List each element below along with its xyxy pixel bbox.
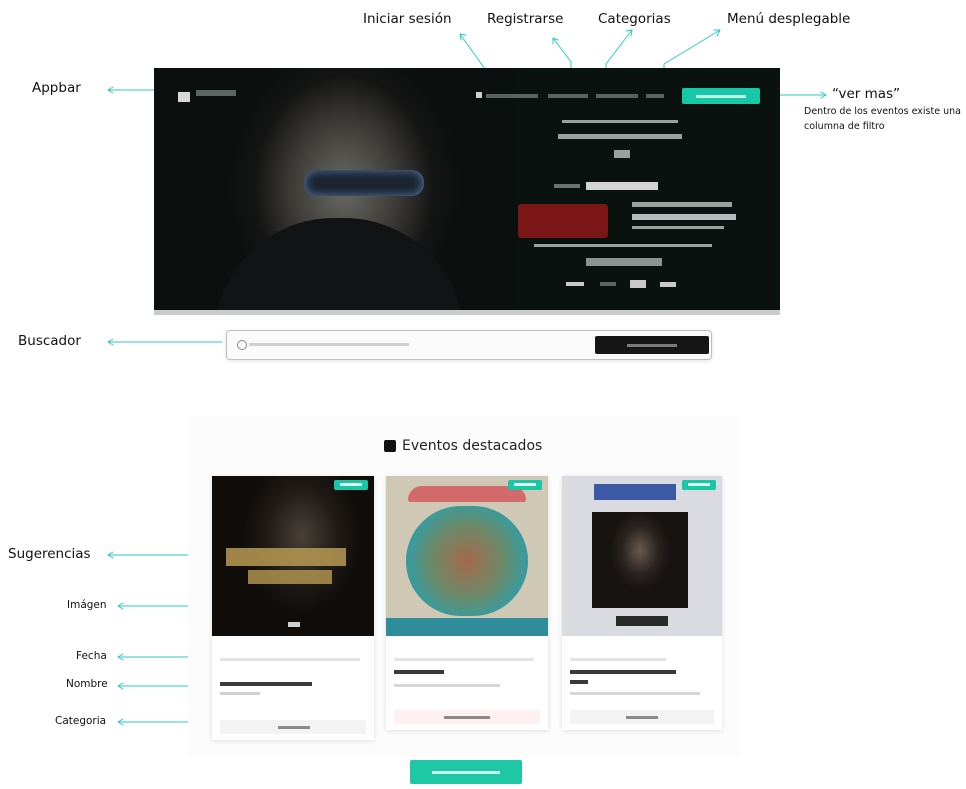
poster-logo: [288, 622, 300, 627]
event-card-image: [212, 476, 374, 636]
label-categoria: Categoria: [55, 715, 107, 727]
poster-text-line: [632, 202, 732, 207]
poster-text-line: [586, 258, 662, 266]
label-appbar: Appbar: [32, 80, 81, 96]
label-sugerencias: Sugerencias: [8, 546, 91, 562]
search-input[interactable]: [233, 335, 589, 353]
hero-bottom-bar: [154, 310, 780, 315]
sponsor-logo: [630, 280, 646, 288]
label-fecha: Fecha: [76, 650, 107, 662]
event-card-badge: [334, 480, 368, 490]
poster-sticker: [518, 204, 608, 238]
poster-brand: [594, 484, 676, 500]
event-card[interactable]: [386, 476, 548, 730]
poster-text-line: [614, 150, 630, 158]
appbar-logo-text: [196, 90, 236, 96]
poster-text-line: [562, 120, 678, 123]
label-iniciar-sesion: Iniciar sesión: [363, 11, 452, 27]
event-card-date: [570, 658, 666, 661]
featured-events-title: Eventos destacados: [384, 438, 542, 454]
event-card[interactable]: [562, 476, 722, 730]
event-card-name: [394, 670, 444, 674]
poster-logo: [616, 616, 668, 626]
search-bar: [226, 330, 712, 360]
appbar-register-link[interactable]: [548, 94, 588, 98]
event-card-subtitle: [394, 684, 500, 687]
label-imagen: Imágen: [67, 599, 107, 611]
ver-mas-note: Dentro de los eventos existe una columna…: [804, 106, 961, 132]
event-card-subtitle: [220, 692, 260, 695]
user-icon[interactable]: [476, 92, 482, 98]
event-card-image: [386, 476, 548, 636]
event-card[interactable]: [212, 476, 374, 740]
poster-brand-logo: [586, 182, 658, 190]
poster-illustration: [406, 506, 528, 616]
label-ver-mas: “ver mas”: [832, 86, 901, 102]
poster-footer: [386, 618, 548, 636]
poster-text-line: [632, 226, 724, 229]
event-card-date: [220, 658, 360, 661]
featured-events-title-text: Eventos destacados: [402, 438, 543, 454]
event-card-name: [570, 670, 676, 674]
event-card-category: [220, 720, 366, 734]
event-card-category: [394, 710, 540, 724]
ver-mas-button[interactable]: [682, 88, 760, 104]
event-card-name-line2: [570, 680, 588, 684]
appbar-logo-icon[interactable]: [178, 92, 190, 102]
poster-text-line: [534, 244, 712, 247]
event-card-date: [394, 658, 534, 661]
poster-text-line: [558, 134, 682, 139]
event-card-name: [220, 682, 312, 686]
poster-text-line: [554, 184, 580, 188]
label-menu-desplegable: Menú desplegable: [727, 11, 851, 27]
arrow-buscador: [107, 338, 223, 346]
event-card-subtitle: [570, 692, 700, 695]
see-more-events-button[interactable]: [410, 760, 522, 784]
event-card-category: [570, 710, 714, 724]
poster-title-block: [226, 548, 346, 566]
appbar-categories-link[interactable]: [596, 94, 638, 98]
appbar-menu-dropdown[interactable]: [646, 94, 664, 98]
label-nombre: Nombre: [66, 678, 108, 690]
sponsor-logo: [660, 282, 676, 287]
poster-title-block: [248, 570, 332, 584]
event-card-badge: [682, 480, 716, 490]
event-card-badge: [508, 480, 542, 490]
poster-text-line: [632, 214, 736, 220]
search-button[interactable]: [595, 336, 709, 354]
label-categorias: Categorias: [598, 11, 671, 27]
hero-banner: [154, 68, 780, 314]
appbar-login-link[interactable]: [486, 94, 538, 98]
label-buscador: Buscador: [18, 333, 81, 349]
poster-photo: [592, 512, 688, 608]
sponsor-logo: [566, 282, 584, 286]
label-registrarse: Registrarse: [487, 11, 564, 27]
artist-glasses: [304, 170, 424, 196]
event-card-image: [562, 476, 722, 636]
events-title-icon: [384, 440, 396, 452]
sponsor-logo: [600, 282, 616, 286]
